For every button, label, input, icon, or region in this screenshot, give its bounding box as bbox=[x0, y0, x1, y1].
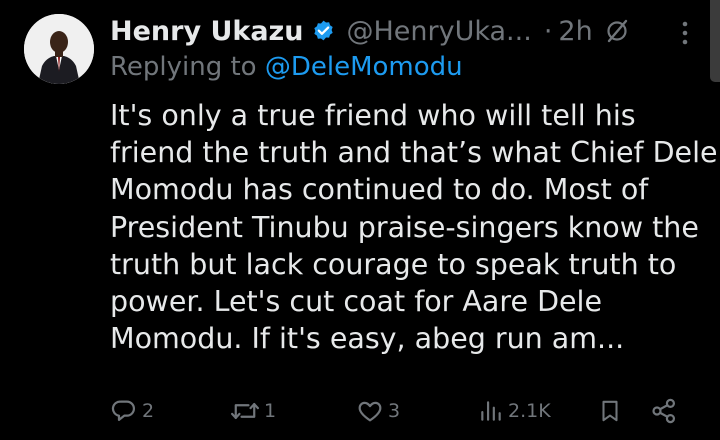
bookmark-button[interactable] bbox=[597, 394, 623, 428]
action-bar: 2 1 3 2.1K bbox=[110, 394, 690, 428]
replying-to: Replying to @DeleMomodu bbox=[110, 52, 463, 82]
grok-icon[interactable] bbox=[605, 18, 631, 44]
views-count: 2.1K bbox=[508, 400, 551, 422]
header-separator: · bbox=[543, 15, 553, 47]
tweet-text-line: friend the truth and that’s what Chief D… bbox=[110, 136, 718, 170]
like-button[interactable]: 3 bbox=[356, 394, 400, 428]
share-icon bbox=[650, 397, 678, 425]
share-button[interactable] bbox=[650, 394, 678, 428]
tweet-header: Henry Ukazu @HenryUka... · 2h bbox=[110, 10, 660, 52]
tweet-text-line: It's only a true friend who will tell hi… bbox=[110, 99, 636, 132]
tweet-text-line: Momodu has continued to do. Most of bbox=[110, 173, 649, 207]
views-button[interactable]: 2.1K bbox=[478, 394, 551, 428]
heart-icon bbox=[356, 397, 384, 425]
like-count: 3 bbox=[388, 400, 401, 422]
timestamp[interactable]: 2h bbox=[558, 16, 592, 47]
more-vertical-icon[interactable] bbox=[676, 18, 694, 52]
tweet-text-line: Momodu. If it's easy, abeg run am... bbox=[110, 322, 625, 356]
reply-icon bbox=[110, 397, 138, 425]
tweet-card[interactable]: Henry Ukazu @HenryUka... · 2h Replying t… bbox=[0, 0, 720, 440]
repost-icon bbox=[230, 397, 260, 425]
avatar[interactable] bbox=[24, 14, 94, 84]
views-icon bbox=[478, 397, 504, 425]
repost-button[interactable]: 1 bbox=[230, 394, 276, 428]
tweet-text-line: President Tinubu praise-singers know the bbox=[110, 210, 699, 244]
scrollbar[interactable] bbox=[710, 0, 720, 82]
repost-count: 1 bbox=[264, 400, 277, 422]
tweet-text-line: power. Let's cut coat for Aare Dele bbox=[110, 285, 603, 319]
reply-button[interactable]: 2 bbox=[110, 394, 154, 428]
verified-badge-icon bbox=[311, 19, 336, 44]
author-handle[interactable]: @HenryUka... bbox=[346, 16, 531, 47]
tweet-text-line: truth but lack courage to speak truth to bbox=[110, 247, 677, 281]
tweet-text: It's only a true friend who will tell hi… bbox=[110, 97, 718, 357]
replying-to-label: Replying to bbox=[110, 52, 257, 82]
bookmark-icon bbox=[597, 397, 623, 425]
author-name[interactable]: Henry Ukazu bbox=[110, 16, 303, 47]
mention-link[interactable]: @DeleMomodu bbox=[265, 52, 463, 82]
reply-count: 2 bbox=[142, 400, 155, 422]
